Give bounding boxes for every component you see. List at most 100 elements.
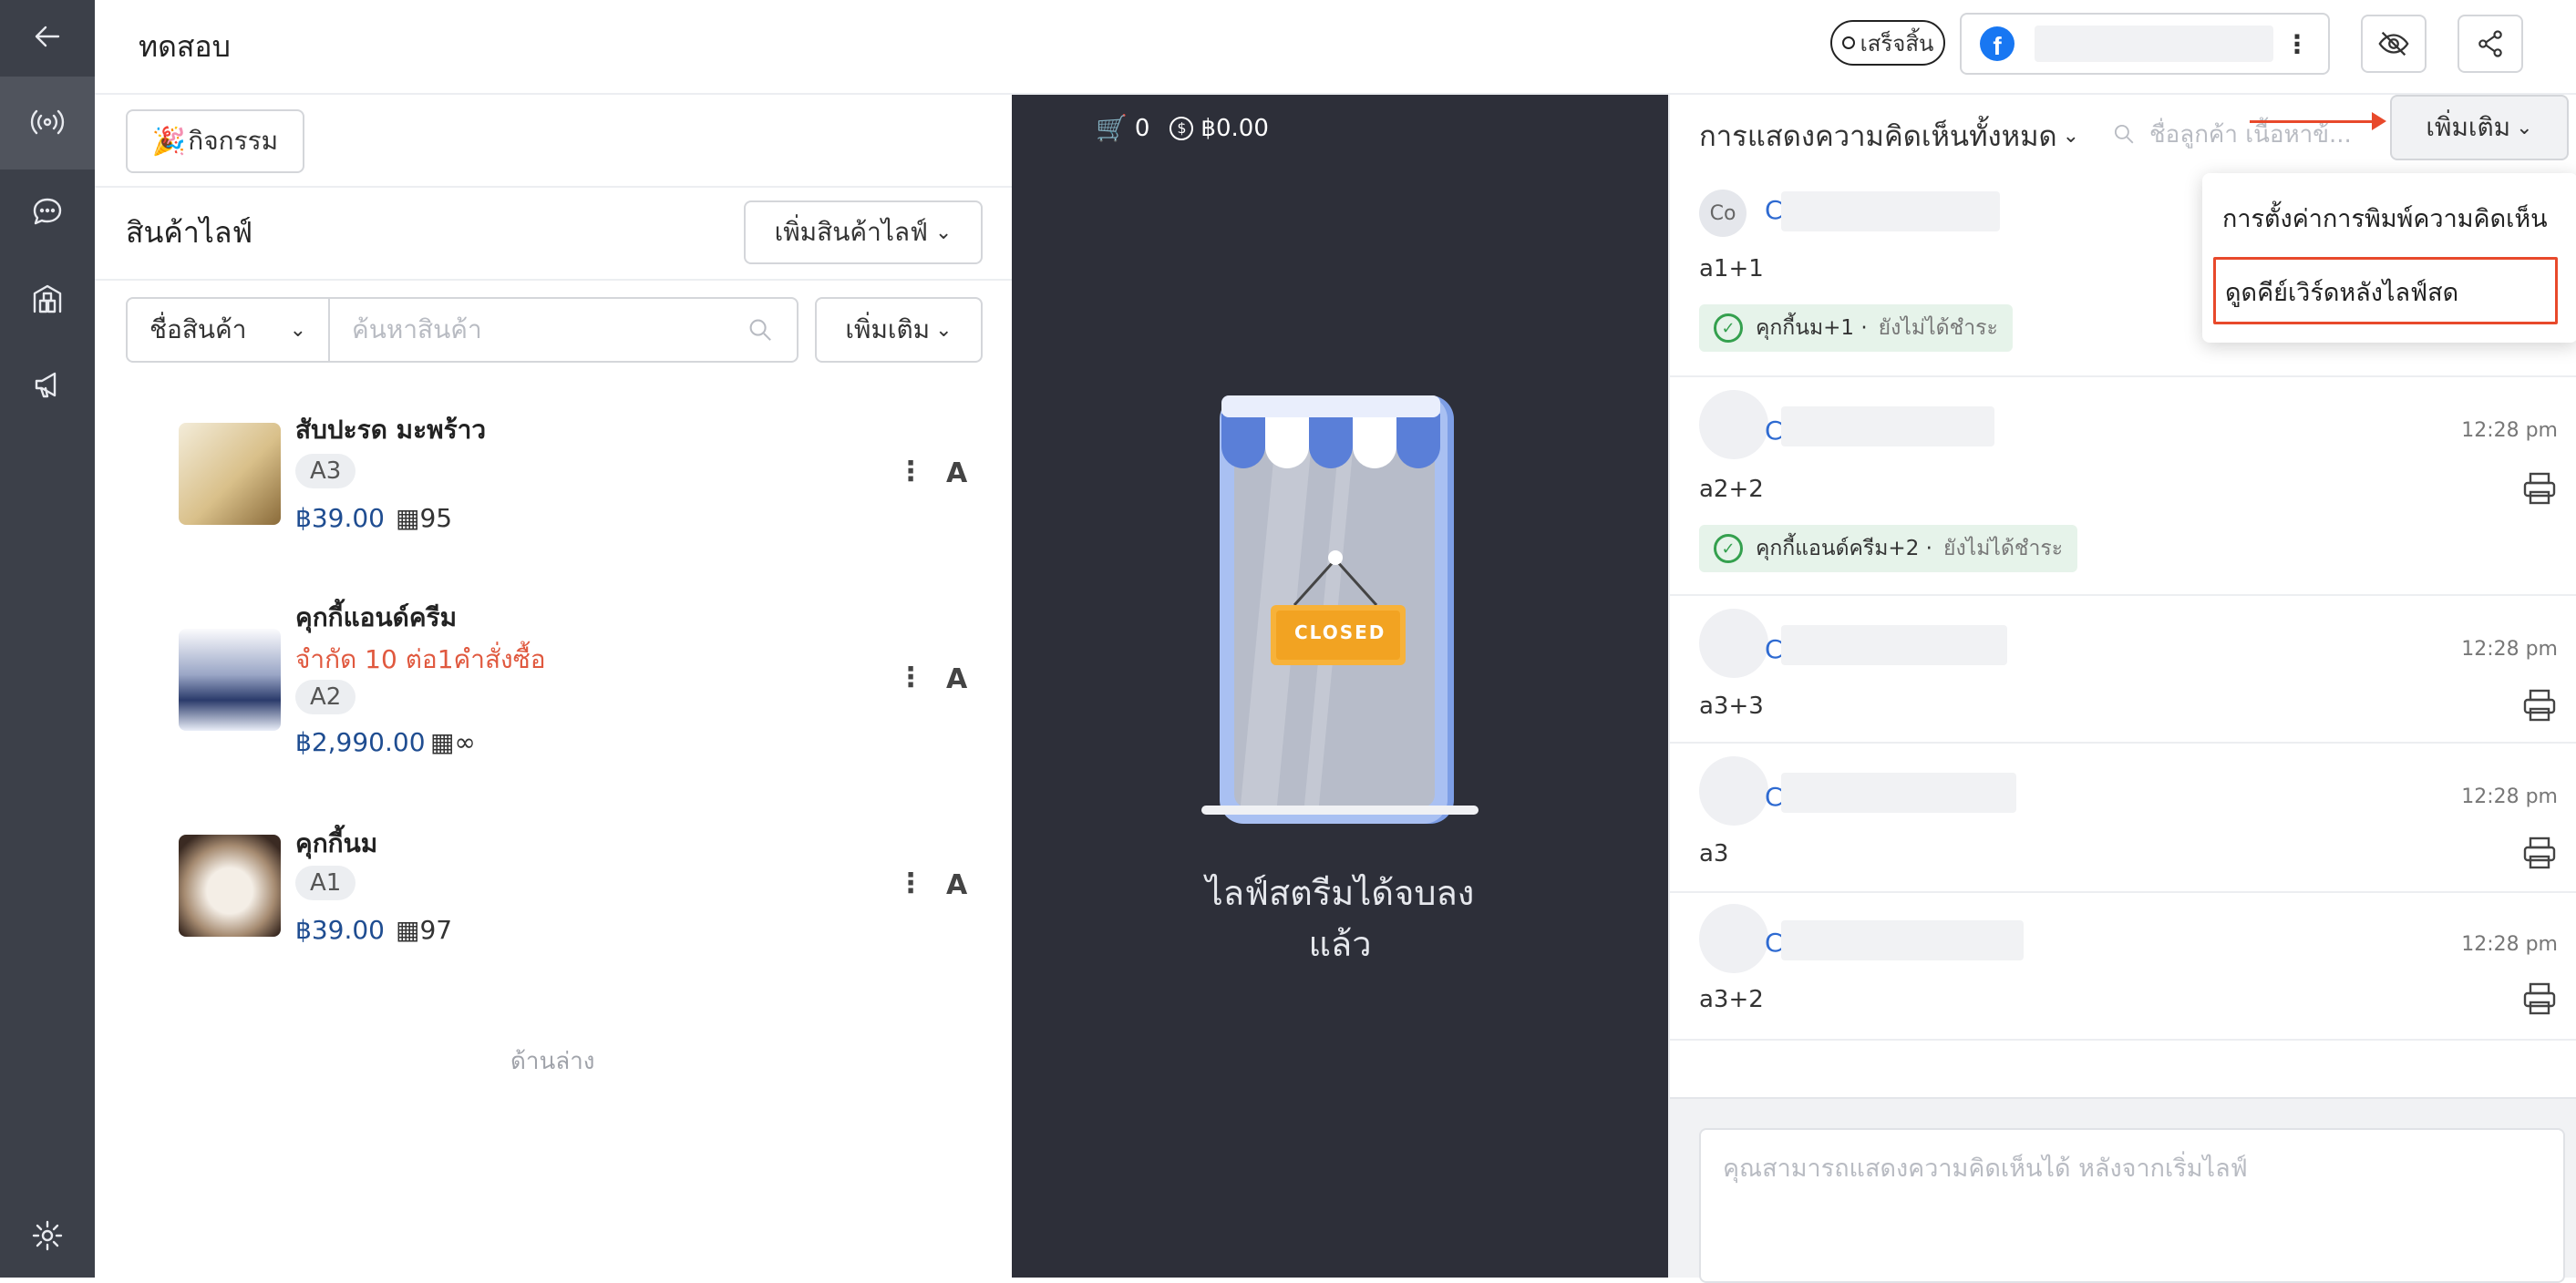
comment-time: 12:28 pm bbox=[2461, 785, 2558, 808]
facebook-icon: f bbox=[1980, 26, 2014, 61]
name-redacted bbox=[1781, 773, 2016, 813]
commenter-name[interactable]: C bbox=[1765, 928, 1783, 958]
comment-item[interactable]: C 12:28 pm a3+2 bbox=[1670, 895, 2576, 1041]
avatar bbox=[1699, 609, 1768, 678]
comments-more-button[interactable]: เพิ่มเติม ⌄ bbox=[2390, 95, 2569, 160]
bottom-label: ด้านล่าง bbox=[510, 1048, 595, 1075]
share-button[interactable] bbox=[2458, 15, 2523, 73]
more-button[interactable]: เพิ่มเติม ⌄ bbox=[815, 297, 983, 363]
annotation-arrow-head bbox=[2372, 112, 2386, 130]
dollar-circle-icon: $ bbox=[1170, 116, 1194, 140]
kebab-icon[interactable]: ⋮ bbox=[2284, 29, 2310, 59]
annotation-arrow-line bbox=[2250, 120, 2377, 123]
commenter-name[interactable]: C bbox=[1765, 634, 1783, 664]
printer-icon[interactable] bbox=[2521, 470, 2558, 507]
product-stock: ▦∞ bbox=[430, 727, 476, 757]
search-icon bbox=[2114, 124, 2134, 144]
party-popper-icon: 🎉 bbox=[151, 125, 187, 158]
chevron-down-icon: ⌄ bbox=[934, 221, 953, 244]
product-stock: ▦97 bbox=[396, 915, 453, 945]
comment-time: 12:28 pm bbox=[2461, 419, 2558, 442]
comment-text: a1+1 bbox=[1699, 255, 1764, 282]
name-redacted bbox=[1781, 625, 2007, 665]
product-right-letter[interactable]: A bbox=[946, 869, 967, 901]
search-icon bbox=[749, 319, 771, 341]
name-redacted bbox=[1781, 406, 1994, 446]
product-code-tag: A2 bbox=[295, 680, 356, 714]
chevron-down-icon: ⌄ bbox=[2062, 124, 2080, 148]
page-name-redacted bbox=[2035, 26, 2273, 62]
name-redacted bbox=[1781, 920, 2024, 960]
comments-panel: การแสดงความคิดเห็นทั้งหมด ⌄ ชื่อลูกค้า เ… bbox=[1668, 95, 2576, 1283]
product-price: ฿39.00 bbox=[295, 915, 385, 945]
product-name: คุกกี้นม bbox=[295, 828, 378, 858]
activity-button[interactable]: 🎉 กิจกรรม bbox=[126, 109, 304, 173]
product-thumbnail bbox=[179, 835, 281, 937]
product-right-letter[interactable]: A bbox=[946, 457, 967, 489]
stream-preview: 🛒 0 $ ฿0.00 CLOSED ไลฟ์สตรีมได้จบลง แล้ว bbox=[1012, 95, 1668, 1278]
menu-item-print-settings[interactable]: การตั้งค่าการพิมพ์ความคิดเห็น bbox=[2222, 199, 2548, 238]
closed-sign-text: CLOSED bbox=[1294, 621, 1386, 643]
avatar bbox=[1699, 756, 1768, 826]
product-menu-icon[interactable]: ⋮ bbox=[897, 867, 924, 899]
name-redacted bbox=[1781, 191, 2000, 231]
chevron-down-icon: ⌄ bbox=[289, 318, 306, 342]
divider bbox=[95, 279, 1012, 281]
comment-composer-input[interactable]: คุณสามารถแสดงความคิดเห็นได้ หลังจากเริ่ม… bbox=[1699, 1128, 2565, 1283]
share-icon bbox=[2478, 30, 2502, 57]
filter-select[interactable]: ชื่อสินค้า ⌄ bbox=[126, 297, 330, 363]
more-dropdown-menu: การตั้งค่าการพิมพ์ความคิดเห็น ดูดคีย์เวิ… bbox=[2202, 173, 2576, 343]
hide-eye-button[interactable] bbox=[2361, 15, 2427, 73]
live-products-panel: 🎉 กิจกรรม สินค้าไลฟ์ เพิ่มสินค้าไลฟ์ ⌄ ช… bbox=[95, 95, 1012, 1278]
commenter-name[interactable]: C bbox=[1765, 416, 1783, 446]
warehouse-icon[interactable] bbox=[20, 272, 75, 326]
megaphone-icon[interactable] bbox=[20, 357, 75, 412]
menu-item-fetch-keywords[interactable]: ดูดคีย์เวิร์ดหลังไลฟ์สด bbox=[2213, 257, 2558, 324]
stock-boxes-icon: ▦ bbox=[396, 503, 420, 533]
chat-bubble-icon[interactable] bbox=[20, 184, 75, 239]
printer-icon[interactable] bbox=[2521, 980, 2558, 1017]
product-stock: ▦95 bbox=[396, 503, 453, 533]
facebook-page-selector[interactable]: f ⋮ bbox=[1960, 13, 2330, 75]
eye-slash-icon bbox=[2378, 31, 2409, 56]
purchase-limit-text: จำกัด 10 ต่อ1คำสั่งซื้อ bbox=[295, 644, 546, 674]
commenter-name[interactable]: C bbox=[1765, 782, 1783, 812]
order-chip: ✓ คุกกี้แอนด์ครีม+2 · ยังไม่ได้ชำระ bbox=[1699, 525, 2078, 572]
product-price: ฿39.00 bbox=[295, 503, 385, 533]
chevron-down-icon: ⌄ bbox=[935, 318, 953, 342]
comment-item[interactable]: C 12:28 pm a3+3 bbox=[1670, 598, 2576, 744]
top-header: ทดสอบ เสร็จสิ้น f ⋮ bbox=[95, 0, 2576, 95]
product-right-letter[interactable]: A bbox=[946, 663, 967, 695]
live-products-title: สินค้าไลฟ์ bbox=[126, 215, 253, 250]
product-menu-icon[interactable]: ⋮ bbox=[897, 456, 924, 488]
comment-item[interactable]: C 12:28 pm a2+2 ✓ คุกกี้แอนด์ครีม+2 · ยั… bbox=[1670, 379, 2576, 596]
comment-text: a3 bbox=[1699, 840, 1729, 867]
add-live-product-button[interactable]: เพิ่มสินค้าไลฟ์ ⌄ bbox=[744, 200, 983, 264]
comment-time: 12:28 pm bbox=[2461, 933, 2558, 956]
comment-filter-select[interactable]: การแสดงความคิดเห็นทั้งหมด ⌄ bbox=[1699, 113, 2079, 159]
comment-item[interactable]: C 12:28 pm a3 bbox=[1670, 745, 2576, 893]
product-thumbnail bbox=[179, 629, 281, 731]
stock-boxes-icon: ▦ bbox=[430, 727, 455, 757]
back-arrow-icon[interactable] bbox=[20, 9, 75, 64]
stock-boxes-icon: ▦ bbox=[396, 915, 420, 945]
settings-gear-icon[interactable] bbox=[20, 1208, 75, 1263]
avatar: Co bbox=[1699, 190, 1747, 237]
sidebar bbox=[0, 0, 95, 1278]
status-finished-badge[interactable]: เสร็จสิ้น bbox=[1830, 20, 1945, 66]
product-menu-icon[interactable]: ⋮ bbox=[897, 662, 924, 693]
printer-icon[interactable] bbox=[2521, 687, 2558, 724]
avatar bbox=[1699, 390, 1768, 459]
comment-text: a2+2 bbox=[1699, 476, 1764, 503]
order-chip: ✓ คุกกี้นม+1 · ยังไม่ได้ชำระ bbox=[1699, 304, 2013, 352]
check-circle-icon: ✓ bbox=[1714, 313, 1743, 343]
comment-search-input[interactable]: ชื่อลูกค้า เนื้อหาข้... bbox=[2111, 113, 2357, 155]
printer-icon[interactable] bbox=[2521, 835, 2558, 871]
product-name: สับปะรด มะพร้าว bbox=[295, 415, 487, 445]
cart-icon: 🛒 bbox=[1096, 113, 1128, 143]
composer-area: คุณสามารถแสดงความคิดเห็นได้ หลังจากเริ่ม… bbox=[1670, 1097, 2576, 1283]
product-search-input[interactable]: ค้นหาสินค้า bbox=[328, 297, 799, 363]
avatar bbox=[1699, 904, 1768, 973]
live-broadcast-icon[interactable] bbox=[20, 95, 75, 149]
commenter-name[interactable]: C bbox=[1765, 195, 1783, 225]
